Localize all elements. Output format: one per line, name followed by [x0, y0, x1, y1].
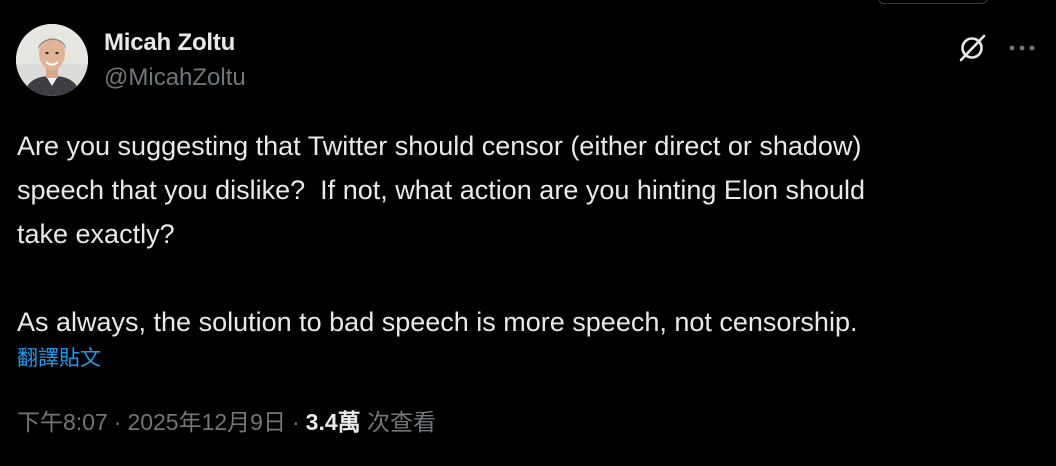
tweet-text: Are you suggesting that Twitter should c… — [17, 131, 866, 337]
tweet-time[interactable]: 下午8:07 — [17, 409, 108, 435]
user-avatar-photo-icon — [16, 24, 88, 96]
avatar[interactable] — [16, 24, 88, 96]
meta-separator: · — [291, 409, 300, 435]
views-count: 3.4萬 — [305, 409, 361, 435]
tweet-actions — [954, 28, 1040, 68]
top-pill-decoration — [878, 0, 988, 4]
tweet-header: Micah Zoltu @MicahZoltu — [16, 24, 1040, 98]
author-names: Micah Zoltu @MicahZoltu — [104, 28, 246, 94]
more-horizontal-icon — [1009, 45, 1035, 51]
tweet-date[interactable]: 2025年12月9日 — [127, 409, 286, 435]
more-button[interactable] — [1004, 30, 1040, 66]
translate-post-link[interactable]: 翻譯貼文 — [17, 344, 101, 374]
grok-button[interactable] — [954, 30, 990, 66]
grok-icon — [959, 34, 986, 62]
meta-separator: · — [113, 409, 122, 435]
tweet-metadata: 下午8:07 · 2025年12月9日 · 3.4萬 次查看 — [17, 404, 436, 440]
views-label: 次查看 — [367, 409, 437, 435]
author-display-name[interactable]: Micah Zoltu — [104, 28, 246, 58]
author-handle[interactable]: @MicahZoltu — [104, 62, 246, 94]
